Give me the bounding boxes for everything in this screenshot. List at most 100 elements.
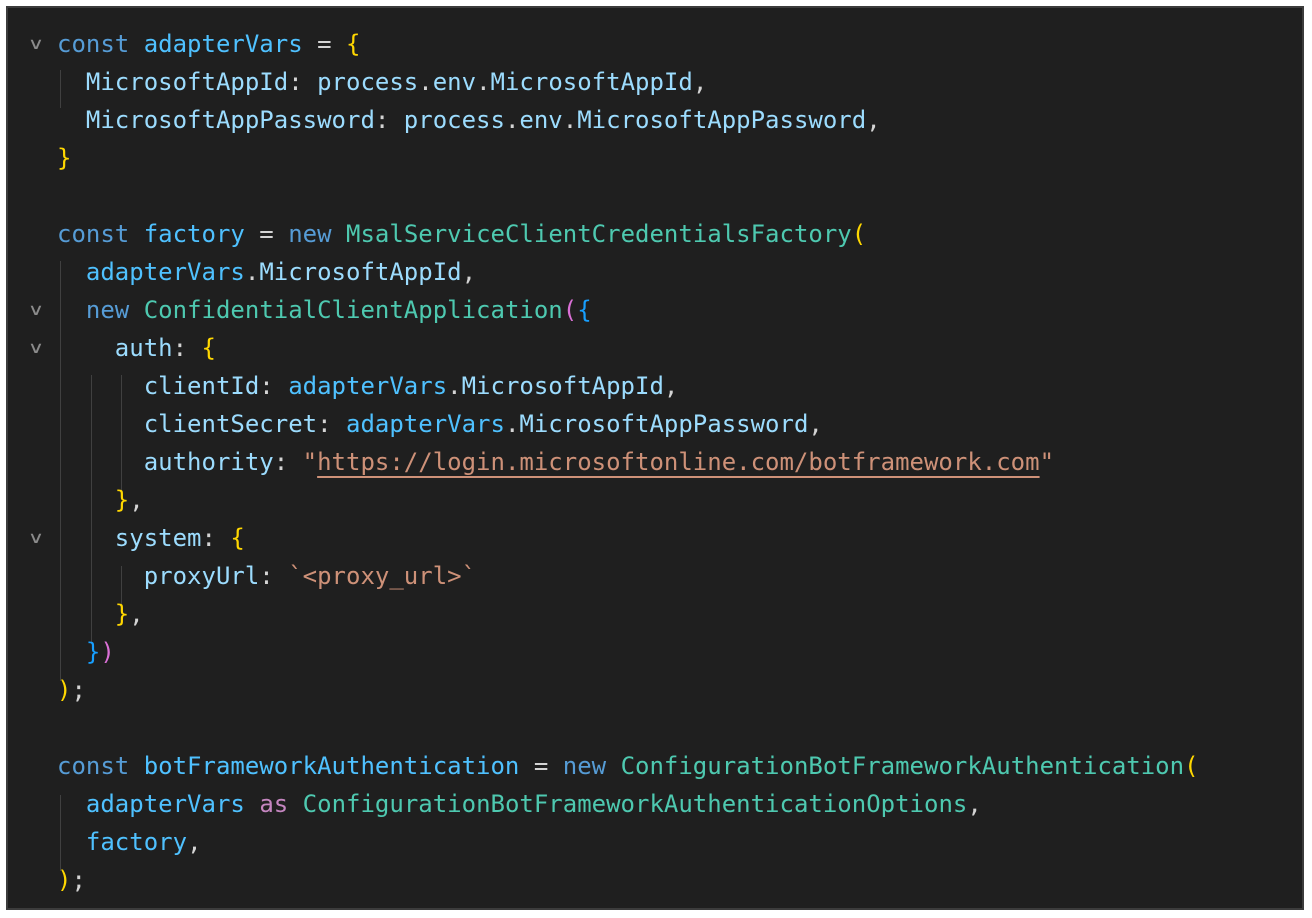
chevron-down-icon[interactable]: ∨ — [19, 25, 53, 63]
code-token: , — [187, 828, 202, 856]
code-token: as — [259, 790, 289, 818]
code-token: : — [259, 372, 289, 400]
code-text: MicrosoftAppId: process.env.MicrosoftApp… — [57, 63, 707, 101]
code-token: new — [85, 296, 130, 324]
code-text: auth: { — [57, 329, 216, 367]
code-line[interactable]: ); — [8, 861, 1302, 899]
code-line[interactable]: }) — [8, 633, 1302, 671]
code-line[interactable] — [8, 177, 1302, 215]
chevron-down-icon[interactable]: ∨ — [19, 329, 53, 367]
code-token: const — [57, 220, 130, 248]
code-line[interactable]: ∨ const adapterVars = { — [8, 25, 1302, 63]
code-token: , — [967, 790, 982, 818]
code-token: env — [432, 68, 477, 96]
code-line[interactable]: adapterVars.MicrosoftAppId, — [8, 253, 1302, 291]
code-token: process — [403, 106, 505, 134]
code-line[interactable]: ); — [8, 671, 1302, 709]
code-token[interactable]: https://login.microsoftonline.com/botfra… — [317, 448, 1039, 476]
code-token: { — [230, 524, 245, 552]
code-line[interactable]: adapterVars as ConfigurationBotFramework… — [8, 785, 1302, 823]
code-token: adapterVars — [288, 372, 448, 400]
code-line[interactable]: const factory = new MsalServiceClientCre… — [8, 215, 1302, 253]
code-token: `<proxy_url>` — [288, 562, 477, 590]
code-line[interactable]: MicrosoftAppPassword: process.env.Micros… — [8, 101, 1302, 139]
code-line[interactable]: }, — [8, 481, 1302, 519]
code-token: . — [562, 106, 578, 134]
code-token: ConfigurationBotFrameworkAuthenticationO… — [302, 790, 968, 818]
code-token: new — [562, 752, 607, 780]
code-token: : — [374, 106, 404, 134]
code-token: MicrosoftAppId — [490, 68, 693, 96]
code-text: MicrosoftAppPassword: process.env.Micros… — [57, 101, 881, 139]
code-line[interactable]: ∨ system: { — [8, 519, 1302, 557]
code-line[interactable]: const botFrameworkAuthentication = new C… — [8, 747, 1302, 785]
code-text: const adapterVars = { — [57, 25, 360, 63]
code-token: MicrosoftAppId — [85, 68, 289, 96]
code-token: factory — [85, 828, 188, 856]
code-token: , — [663, 372, 679, 400]
code-line[interactable]: factory, — [8, 823, 1302, 861]
code-token: . — [447, 372, 462, 400]
code-token: MicrosoftAppPassword — [85, 106, 375, 134]
code-token: : — [273, 448, 303, 476]
code-token: auth — [114, 334, 173, 362]
code-text: proxyUrl: `<proxy_url>` — [57, 557, 476, 595]
code-line[interactable]: MicrosoftAppId: process.env.MicrosoftApp… — [8, 63, 1302, 101]
code-token: const — [57, 30, 130, 58]
code-line[interactable]: clientId: adapterVars.MicrosoftAppId, — [8, 367, 1302, 405]
chevron-down-icon[interactable]: ∨ — [19, 291, 53, 329]
code-token: . — [244, 258, 260, 286]
code-line[interactable]: clientSecret: adapterVars.MicrosoftAppPa… — [8, 405, 1302, 443]
code-line[interactable]: }, — [8, 595, 1302, 633]
code-token: ) — [57, 866, 72, 894]
code-editor[interactable]: ∨ const adapterVars = { MicrosoftAppId: p… — [6, 6, 1304, 910]
code-token: = — [302, 30, 347, 58]
code-token: { — [346, 30, 361, 58]
code-token: clientSecret — [143, 410, 318, 438]
code-text: const botFrameworkAuthentication = new C… — [57, 747, 1199, 785]
code-token: MsalServiceClientCredentialsFactory — [346, 220, 852, 248]
code-token: process — [317, 68, 419, 96]
code-token: adapterVars — [85, 258, 245, 286]
code-text: clientSecret: adapterVars.MicrosoftAppPa… — [57, 405, 823, 443]
code-token: adapterVars — [85, 790, 245, 818]
code-token: . — [504, 410, 520, 438]
code-token: clientId — [143, 372, 260, 400]
code-token: { — [577, 296, 592, 324]
code-token: } — [85, 638, 101, 666]
code-line[interactable]: } — [8, 139, 1302, 177]
code-token: } — [114, 486, 130, 514]
code-token: ; — [71, 676, 86, 704]
code-line[interactable]: ∨ new ConfidentialClientApplication({ — [8, 291, 1302, 329]
code-token: } — [114, 600, 130, 628]
code-text: ); — [57, 861, 86, 899]
code-line[interactable] — [8, 709, 1302, 747]
code-token: " — [302, 448, 318, 476]
code-line[interactable]: proxyUrl: `<proxy_url>` — [8, 557, 1302, 595]
code-token: , — [129, 486, 144, 514]
code-text: system: { — [57, 519, 245, 557]
code-line[interactable]: authority: "https://login.microsoftonlin… — [8, 443, 1302, 481]
chevron-down-icon[interactable]: ∨ — [19, 519, 53, 557]
code-line[interactable]: ∨ auth: { — [8, 329, 1302, 367]
code-token: = — [519, 752, 563, 780]
code-text: }) — [57, 633, 115, 671]
code-token: authority — [143, 448, 274, 476]
code-text: }, — [57, 481, 144, 519]
